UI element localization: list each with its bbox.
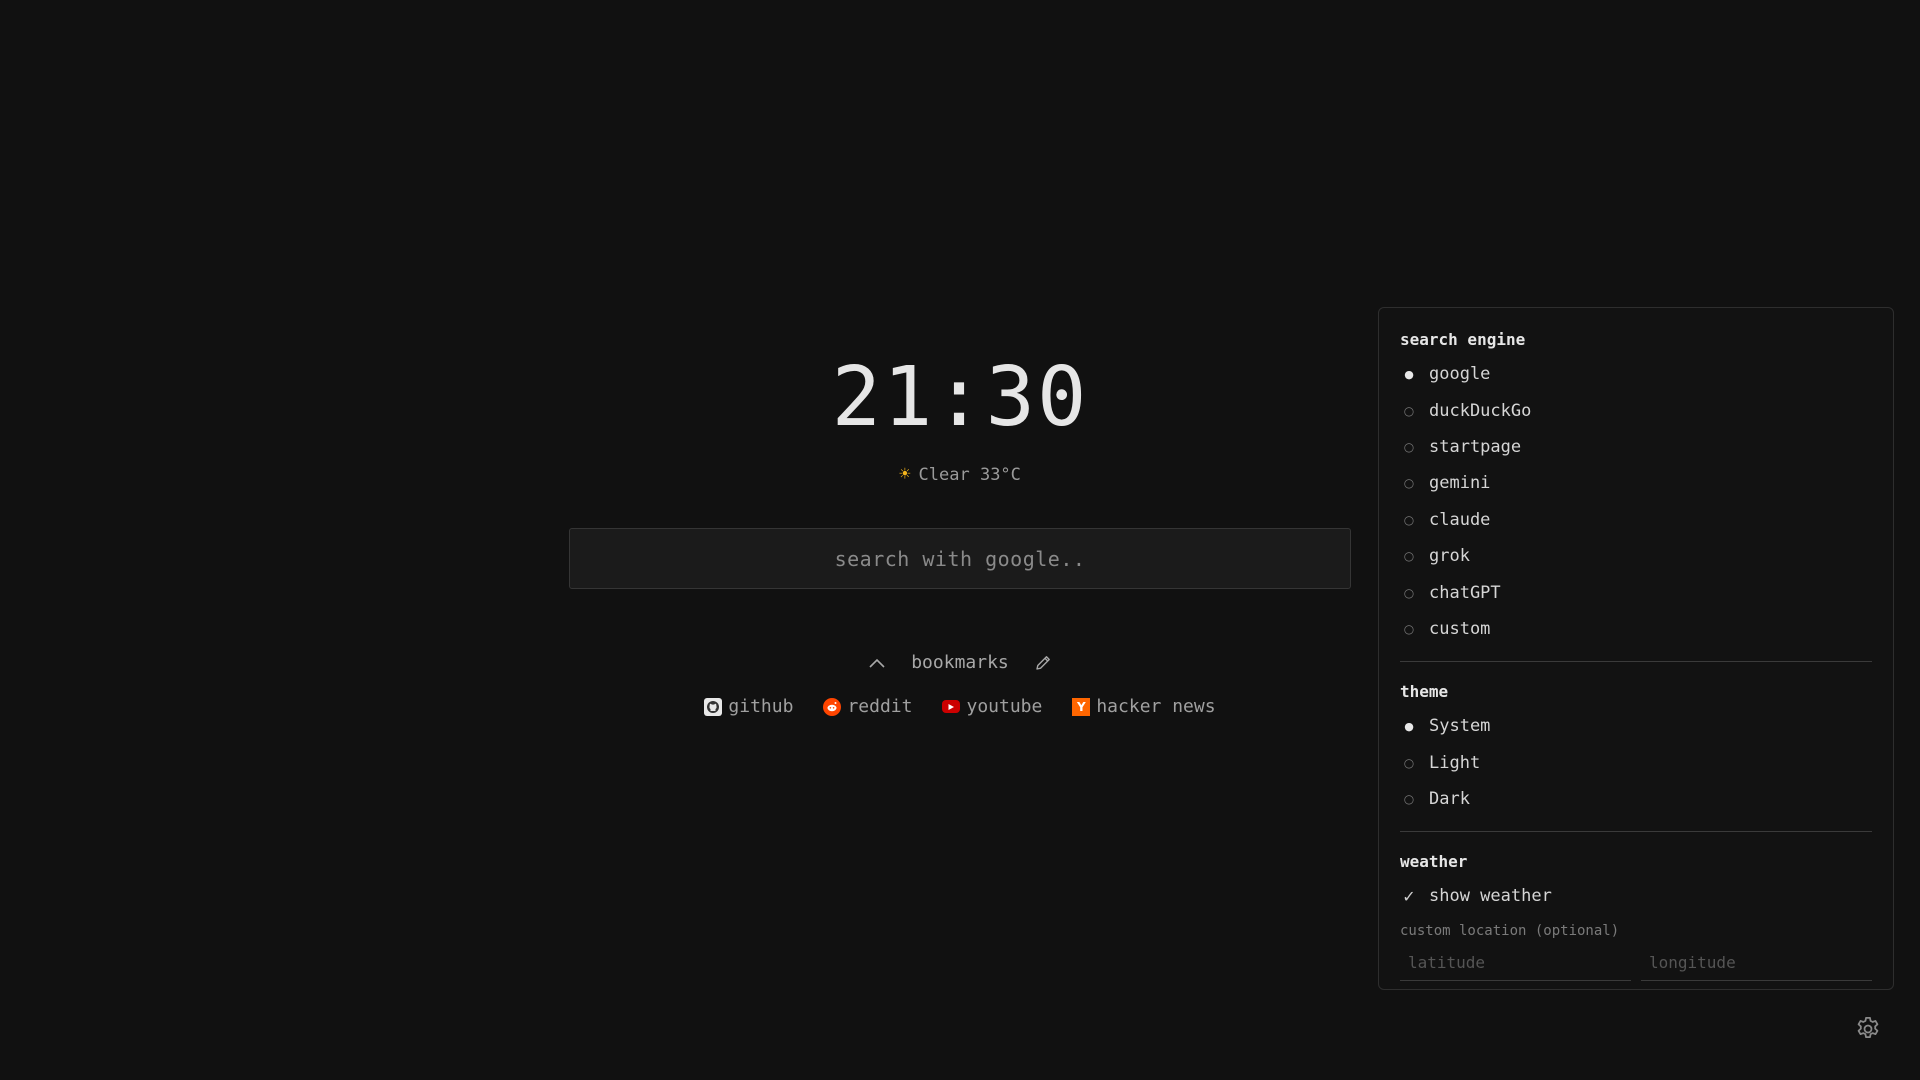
hacker-news-icon: Y — [1072, 697, 1091, 716]
github-icon — [704, 697, 723, 716]
search-engine-title: search engine — [1400, 330, 1526, 349]
bookmark-label: hacker news — [1096, 696, 1216, 717]
search-engine-option-grok[interactable]: ○ grok — [1400, 538, 1872, 574]
search-engine-option-custom[interactable]: ○ custom — [1400, 611, 1872, 647]
gear-icon — [1857, 1017, 1879, 1039]
search-engine-option-label: chatGPT — [1429, 582, 1501, 603]
radio-empty-icon: ○ — [1403, 512, 1415, 527]
search-engine-option-google[interactable]: ● google — [1400, 356, 1872, 392]
bookmarks-label[interactable]: bookmarks — [911, 652, 1009, 673]
longitude-input[interactable] — [1641, 948, 1872, 981]
reddit-icon — [823, 697, 842, 716]
radio-empty-icon: ○ — [1403, 755, 1415, 770]
search-engine-option-label: grok — [1429, 546, 1470, 567]
search-engine-option-label: startpage — [1429, 436, 1522, 457]
chevron-up-icon[interactable] — [867, 653, 887, 673]
search-input[interactable] — [570, 529, 1350, 588]
radio-empty-icon: ○ — [1403, 549, 1415, 564]
bookmark-github[interactable]: github — [704, 696, 793, 717]
search-engine-option-gemini[interactable]: ○ gemini — [1400, 465, 1872, 501]
radio-empty-icon: ○ — [1403, 439, 1415, 454]
radio-selected-icon: ● — [1404, 367, 1414, 381]
bookmark-label: github — [728, 696, 794, 717]
pencil-icon[interactable] — [1033, 653, 1053, 673]
theme-option-label: Light — [1429, 752, 1481, 773]
weather-title: weather — [1400, 852, 1468, 872]
search-engine-option-label: custom — [1429, 618, 1491, 639]
search-engine-option-duckduckgo[interactable]: ○ duckDuckGo — [1400, 392, 1872, 428]
custom-location-label: custom location (optional) — [1400, 922, 1620, 939]
youtube-icon — [942, 700, 961, 713]
theme-title: theme — [1400, 682, 1449, 702]
radio-empty-icon: ○ — [1403, 476, 1415, 491]
radio-empty-icon: ○ — [1403, 585, 1415, 600]
bookmark-hacker-news[interactable]: Y hacker news — [1072, 696, 1216, 717]
search-box — [569, 528, 1351, 589]
settings-panel: search engine ● google ○ duckDuckGo ○ startpa… — [1378, 307, 1894, 990]
search-engine-option-startpage[interactable]: ○ startpage — [1400, 429, 1872, 465]
show-weather-label: show weather — [1429, 886, 1552, 907]
radio-empty-icon: ○ — [1403, 792, 1415, 807]
bookmark-reddit[interactable]: reddit — [823, 696, 912, 717]
search-engine-option-label: gemini — [1429, 473, 1491, 494]
weather-text: Clear 33°C — [918, 465, 1021, 485]
check-icon: ✓ — [1402, 886, 1416, 906]
theme-option-dark[interactable]: ○ Dark — [1400, 781, 1872, 817]
radio-empty-icon: ○ — [1403, 621, 1415, 636]
bookmark-label: youtube — [966, 696, 1043, 717]
radio-empty-icon: ○ — [1403, 403, 1415, 418]
search-engine-option-label: claude — [1429, 509, 1491, 530]
divider — [1400, 661, 1872, 663]
search-engine-option-chatgpt[interactable]: ○ chatGPT — [1400, 574, 1872, 610]
search-engine-option-label: google — [1429, 364, 1491, 385]
radio-selected-icon: ● — [1404, 719, 1414, 733]
divider — [1400, 831, 1872, 833]
sun-icon: ☀ — [899, 463, 911, 485]
show-weather-checkbox[interactable]: ✓ show weather — [1400, 878, 1872, 914]
theme-option-label: Dark — [1429, 789, 1470, 810]
coordinate-inputs — [1400, 948, 1872, 981]
search-engine-options: ● google ○ duckDuckGo ○ startpage ○ gemini ○ clau… — [1400, 356, 1872, 647]
theme-option-label: System — [1429, 716, 1491, 737]
bookmark-youtube[interactable]: youtube — [942, 696, 1042, 717]
latitude-input[interactable] — [1400, 948, 1631, 981]
theme-options: ● System ○ Light ○ Dark — [1400, 708, 1872, 817]
settings-button[interactable] — [1853, 1014, 1883, 1044]
search-engine-option-claude[interactable]: ○ claude — [1400, 502, 1872, 538]
theme-option-system[interactable]: ● System — [1400, 708, 1872, 744]
theme-option-light[interactable]: ○ Light — [1400, 745, 1872, 781]
bookmark-label: reddit — [847, 696, 913, 717]
search-engine-option-label: duckDuckGo — [1429, 400, 1532, 421]
